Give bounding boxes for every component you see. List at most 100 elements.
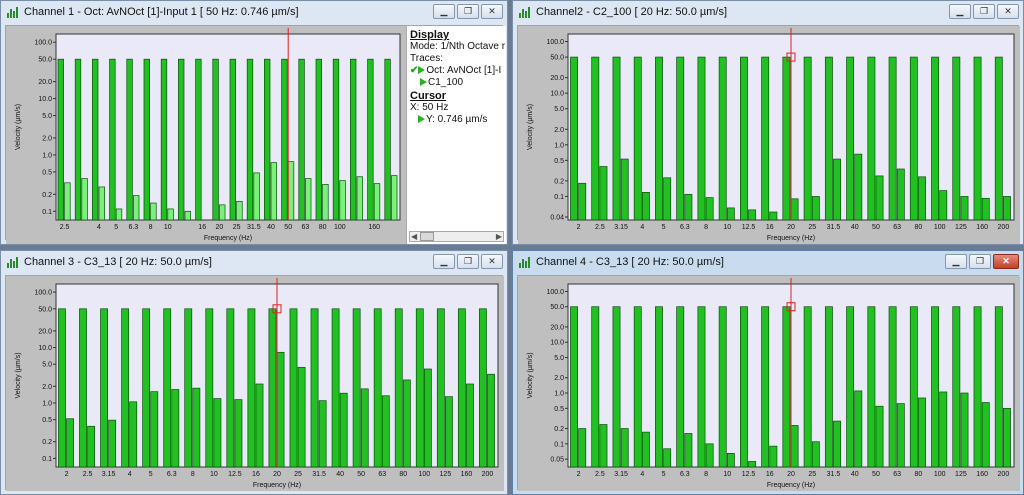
- bar: [171, 389, 180, 468]
- bar: [973, 306, 982, 468]
- bar: [833, 158, 841, 221]
- bar: [479, 308, 487, 468]
- y-tick-label: 100.0: [546, 289, 564, 296]
- bar: [769, 445, 778, 468]
- x-tick-label: 200: [998, 471, 1010, 478]
- bar: [909, 56, 918, 221]
- restore-button[interactable]: ❐: [969, 254, 991, 269]
- bar: [909, 306, 918, 468]
- bar: [234, 399, 243, 468]
- minimize-button[interactable]: ▁: [433, 254, 455, 269]
- x-tick-label: 2: [577, 224, 581, 231]
- close-button[interactable]: ✕: [997, 4, 1019, 19]
- x-tick-label: 40: [851, 471, 859, 478]
- x-tick-label: 5: [662, 224, 666, 231]
- bar: [367, 58, 374, 221]
- minimize-button[interactable]: ▁: [945, 254, 967, 269]
- y-tick-label: 10.0: [38, 96, 52, 103]
- x-tick-label: 40: [336, 471, 344, 478]
- bar: [247, 308, 256, 468]
- bar: [875, 175, 884, 221]
- bar: [846, 306, 855, 468]
- x-axis-label: Frequency (Hz): [253, 482, 301, 489]
- x-tick-label: 12.5: [742, 224, 756, 231]
- bar: [339, 392, 348, 468]
- restore-button[interactable]: ❐: [457, 4, 479, 19]
- y-tick-label: 50.0: [550, 304, 564, 311]
- x-tick-label: 40: [851, 224, 859, 231]
- bar: [676, 56, 685, 221]
- bar: [726, 452, 735, 468]
- scroll-thumb[interactable]: [420, 232, 434, 241]
- bar: [264, 58, 271, 221]
- bar: [697, 306, 706, 468]
- x-tick-label: 100: [334, 224, 346, 231]
- title-bar[interactable]: Channel 3 - C3_13 [ 20 Hz: 50.0 µm/s]: [1, 251, 507, 273]
- x-tick-label: 3.15: [614, 471, 628, 478]
- x-tick-label: 20: [216, 224, 224, 231]
- x-tick-label: 31.5: [312, 471, 326, 478]
- channel-1-window[interactable]: Channel 1 - Oct: AvNOct [1]-Input 1 [ 50…: [0, 0, 508, 245]
- octave-bar-chart[interactable]: 100.0 50.0 20.0 10.0 5.0 2.0 1.0 0.5 0.2 0.1 Veloc…: [6, 276, 504, 491]
- bar: [436, 308, 445, 468]
- octave-bar-chart[interactable]: 100.0 50.0 20.0 10.0 5.0 2.0 1.0 0.5 0.2 0.1 0.04 V…: [518, 26, 1020, 244]
- bar: [331, 308, 340, 468]
- title-bar[interactable]: Channel 1 - Oct: AvNOct [1]-Input 1 [ 50…: [1, 1, 507, 23]
- title-bar[interactable]: Channel2 - C2_100 [ 20 Hz: 50.0 µm/s]: [513, 1, 1023, 23]
- bar: [445, 396, 453, 468]
- bar: [246, 58, 254, 221]
- octave-bar-chart[interactable]: 100.0 50.0 20.0 10.0 5.0 2.0 1.0 0.5 0.2 0.1 0.05 V…: [518, 276, 1020, 491]
- bar: [655, 56, 663, 221]
- bar: [87, 425, 96, 468]
- minimize-button[interactable]: ▁: [949, 4, 971, 19]
- bar: [318, 400, 327, 468]
- horizontal-scrollbar[interactable]: ◀ ▶: [409, 231, 504, 242]
- restore-button[interactable]: ❐: [457, 254, 479, 269]
- octave-bar-chart[interactable]: 100.0 50.0 20.0 10.0 5.0 2.0 1.0 0.5 0.2 0.1 Veloc…: [6, 26, 406, 244]
- close-button[interactable]: ✕: [481, 4, 503, 19]
- x-tick-label: 80: [915, 471, 923, 478]
- window-title: Channel 1 - Oct: AvNOct [1]-Input 1 [ 50…: [24, 6, 299, 18]
- cursor-y-text: Y: 0.746 µm/s: [426, 114, 488, 125]
- restore-icon: ❐: [979, 6, 989, 16]
- bar: [142, 308, 151, 468]
- y-tick-label: 2.0: [42, 135, 52, 142]
- bar: [315, 58, 322, 221]
- y-tick-label: 0.2: [42, 192, 52, 199]
- bar: [310, 308, 319, 468]
- mode-text: Mode: 1/Nth Octave r: [410, 41, 506, 52]
- bar: [620, 158, 629, 221]
- y-tick-label: 50.0: [38, 57, 52, 64]
- bar: [212, 58, 219, 221]
- restore-button[interactable]: ❐: [973, 4, 995, 19]
- scroll-right-icon[interactable]: ▶: [496, 232, 502, 241]
- window-client: 100.0 50.0 20.0 10.0 5.0 2.0 1.0 0.5 0.2 0.1 Veloc…: [5, 25, 506, 244]
- chart-app-icon: [7, 7, 18, 18]
- trace-item-2[interactable]: C1_100: [410, 77, 503, 89]
- y-tick-label: 2.0: [554, 375, 564, 382]
- trace-item-1[interactable]: ✔ Oct: AvNOct [1]-I: [410, 65, 503, 77]
- x-tick-label: 10: [723, 224, 731, 231]
- y-tick-label: 1.0: [42, 400, 52, 407]
- bar: [487, 373, 495, 468]
- trace-triangle-icon: [418, 115, 425, 123]
- bar: [570, 306, 578, 468]
- x-tick-label: 3.15: [614, 224, 628, 231]
- scroll-left-icon[interactable]: ◀: [411, 232, 417, 241]
- minimize-button[interactable]: ▁: [433, 4, 455, 19]
- close-button[interactable]: ✕: [481, 254, 503, 269]
- x-tick-label: 12.5: [228, 471, 242, 478]
- bar: [1003, 196, 1011, 221]
- y-tick-label: 0.5: [42, 417, 52, 424]
- y-tick-label: 10.0: [38, 345, 52, 352]
- bar: [79, 308, 87, 468]
- channel-3-window[interactable]: Channel 3 - C3_13 [ 20 Hz: 50.0 µm/s] ▁ …: [0, 250, 508, 495]
- channel-2-window[interactable]: Channel2 - C2_100 [ 20 Hz: 50.0 µm/s] ▁ …: [512, 0, 1024, 245]
- x-tick-label: 80: [319, 224, 327, 231]
- close-button[interactable]: ✕: [993, 254, 1019, 269]
- x-tick-label: 6.3: [129, 224, 139, 231]
- bar: [167, 208, 174, 221]
- y-tick-label: 20.0: [38, 79, 52, 86]
- bar: [373, 308, 382, 468]
- channel-4-window[interactable]: Channel 4 - C3_13 [ 20 Hz: 50.0 µm/s] ▁ …: [512, 250, 1024, 495]
